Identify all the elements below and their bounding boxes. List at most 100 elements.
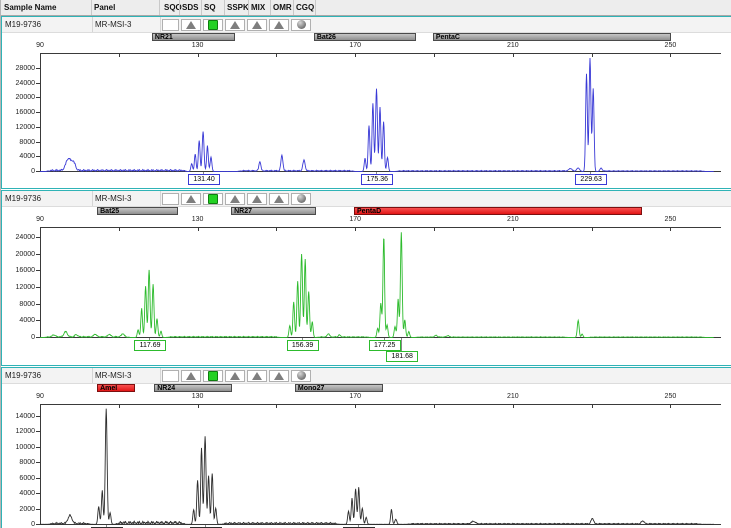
- x-tick-label: 170: [343, 42, 367, 49]
- column-header-mix[interactable]: MIX: [251, 3, 265, 12]
- ruler-tick: [434, 228, 435, 231]
- peak-size-label[interactable]: 175.36: [361, 174, 393, 185]
- green-dye-trace: [2, 228, 731, 338]
- column-header-panel[interactable]: Panel: [94, 3, 115, 12]
- column-header-sspk[interactable]: SSPK: [227, 3, 249, 12]
- peak-size-label[interactable]: 131.40: [188, 174, 220, 185]
- divider: [160, 191, 161, 206]
- peak-size-label[interactable]: 156.39: [287, 340, 319, 351]
- sds-warning-icon[interactable]: [181, 370, 201, 382]
- marker-pentac[interactable]: PentaC: [433, 33, 671, 41]
- mix-warning-icon: [252, 372, 262, 380]
- ruler-tick: [513, 54, 514, 57]
- column-header-sample-name[interactable]: Sample Name: [4, 3, 56, 12]
- x-tick-label: 210: [501, 393, 525, 400]
- column-divider: [293, 0, 294, 15]
- peak-size-label[interactable]: 177.25: [369, 340, 401, 351]
- sample-trace-panel-2: M19-9736 MR-MSI-3 Bat25NR27PentaD 901301…: [1, 190, 731, 366]
- sample-name: M19-9736: [5, 194, 41, 203]
- peak-size-label[interactable]: 229.63: [575, 174, 607, 185]
- marker-nr27[interactable]: NR27: [231, 207, 316, 215]
- marker-bat26[interactable]: Bat26: [314, 33, 416, 41]
- sample-trace-panel-1: M19-9736 MR-MSI-3 NR21Bat26PentaC 901301…: [1, 16, 731, 189]
- omr-warning-icon: [274, 372, 284, 380]
- quality-flags: [162, 368, 311, 383]
- genotyping-analysis-window: Sample NamePanelSQOSDSSQSSPKMIXOMRCGQ M1…: [0, 0, 731, 528]
- marker-nr21[interactable]: NR21: [152, 33, 235, 41]
- marker-bar-row: Amel NR24 Mono27: [2, 384, 731, 393]
- electropherogram-plot[interactable]: 0400080001200016000200002400028000: [2, 54, 731, 172]
- ruler-tick: [355, 228, 356, 231]
- column-header-sq[interactable]: SQ: [204, 3, 216, 12]
- column-divider: [315, 0, 316, 15]
- electropherogram-plot[interactable]: 04000800012000160002000024000: [2, 228, 731, 338]
- size-ruler: 90130170210250: [2, 393, 731, 405]
- sq-pass-icon: [208, 20, 218, 30]
- sds-warning-icon[interactable]: [181, 193, 201, 205]
- electropherogram-plot[interactable]: 02000400060008000100001200014000: [2, 405, 731, 525]
- column-header-cgq[interactable]: CGQ: [296, 3, 314, 12]
- sspk-warning-icon[interactable]: [225, 370, 245, 382]
- ruler-tick: [119, 54, 120, 57]
- ruler-tick: [119, 405, 120, 408]
- sample-row[interactable]: M19-9736 MR-MSI-3: [2, 191, 731, 207]
- mix-warning-icon: [252, 195, 262, 203]
- marker-bat25[interactable]: Bat25: [97, 207, 178, 215]
- ruler-tick: [198, 405, 199, 408]
- x-tick-label: 250: [658, 216, 682, 223]
- x-tick-label: 90: [28, 393, 52, 400]
- ruler-tick: [670, 405, 671, 408]
- mix-warning-icon[interactable]: [247, 19, 267, 31]
- ruler-tick: [198, 54, 199, 57]
- sample-trace-panel-3: M19-9736 MR-MSI-3 AmelNR24Mono27 9013017…: [1, 367, 731, 528]
- mix-warning-icon[interactable]: [247, 193, 267, 205]
- marker-mono27[interactable]: Mono27: [295, 384, 383, 392]
- peak-size-label[interactable]: 117.69: [134, 340, 166, 351]
- ruler-tick: [40, 54, 41, 57]
- mix-warning-icon[interactable]: [247, 370, 267, 382]
- sds-warning-icon[interactable]: [181, 19, 201, 31]
- sqo-flag-cell: [162, 370, 179, 382]
- omr-warning-icon: [274, 21, 284, 29]
- peak-size-label[interactable]: 181.68: [386, 351, 418, 362]
- panel-name: MR-MSI-3: [95, 194, 131, 203]
- cgq-status-icon[interactable]: [291, 19, 311, 31]
- cgq-status-icon: [297, 20, 306, 29]
- sample-row[interactable]: M19-9736 MR-MSI-3: [2, 17, 731, 33]
- sq-pass-icon[interactable]: [203, 370, 223, 382]
- omr-warning-icon[interactable]: [269, 19, 289, 31]
- ruler-tick: [513, 228, 514, 231]
- marker-nr24[interactable]: NR24: [154, 384, 232, 392]
- size-ruler: 90130170210250: [2, 42, 731, 54]
- sq-pass-icon[interactable]: [203, 19, 223, 31]
- ruler-tick: [670, 54, 671, 57]
- marker-amel[interactable]: Amel: [97, 384, 135, 392]
- column-divider: [224, 0, 225, 15]
- sqo-flag-cell: [162, 19, 179, 31]
- x-tick-label: 250: [658, 393, 682, 400]
- column-header-sds[interactable]: SDS: [182, 3, 198, 12]
- peak-label-row: 117.69 156.39 177.25181.68: [2, 338, 731, 365]
- column-divider: [248, 0, 249, 15]
- marker-bar-row: NR21 Bat26 PentaC: [2, 33, 731, 42]
- ruler-tick: [355, 405, 356, 408]
- column-header-omr[interactable]: OMR: [273, 3, 292, 12]
- sspk-warning-icon[interactable]: [225, 193, 245, 205]
- column-divider: [201, 0, 202, 15]
- sq-pass-icon[interactable]: [203, 193, 223, 205]
- ruler-tick: [40, 405, 41, 408]
- omr-warning-icon[interactable]: [269, 193, 289, 205]
- cgq-status-icon[interactable]: [291, 370, 311, 382]
- cgq-status-icon[interactable]: [291, 193, 311, 205]
- ruler-tick: [40, 228, 41, 231]
- ruler-tick: [592, 228, 593, 231]
- x-tick-label: 210: [501, 216, 525, 223]
- marker-pentad[interactable]: PentaD: [354, 207, 642, 215]
- x-tick-label: 130: [186, 42, 210, 49]
- sample-row[interactable]: M19-9736 MR-MSI-3: [2, 368, 731, 384]
- quality-flags: [162, 191, 311, 206]
- marker-bar-row: Bat25 NR27 PentaD: [2, 207, 731, 216]
- sspk-warning-icon[interactable]: [225, 19, 245, 31]
- omr-warning-icon[interactable]: [269, 370, 289, 382]
- divider: [92, 368, 93, 383]
